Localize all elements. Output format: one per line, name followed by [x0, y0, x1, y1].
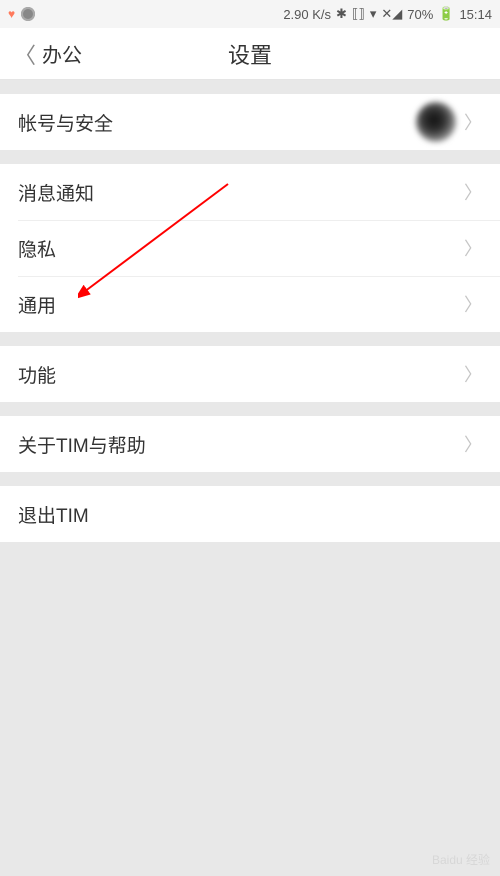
status-bar: ♥ 2.90 K/s ✱ ⟦⟧ ▾ ✕◢ 70% 🔋 15:14 — [0, 0, 500, 28]
row-about[interactable]: 关于TIM与帮助 〉 — [0, 416, 500, 472]
row-general[interactable]: 通用 〉 — [0, 276, 500, 332]
section-account: 帐号与安全 〉 — [0, 94, 500, 150]
battery-percent: 70% — [407, 7, 433, 22]
row-label: 关于TIM与帮助 — [18, 431, 464, 458]
chevron-right-icon: 〉 — [464, 235, 482, 261]
circle-icon — [21, 7, 35, 21]
row-label: 帐号与安全 — [18, 109, 416, 136]
row-logout[interactable]: 退出TIM — [0, 486, 500, 542]
chevron-right-icon: 〉 — [464, 361, 482, 387]
wifi-icon: ▾ — [370, 6, 377, 22]
back-button[interactable]: 〈 办公 — [14, 38, 82, 70]
clock: 15:14 — [459, 7, 492, 22]
row-label: 功能 — [18, 361, 464, 388]
section-features: 功能 〉 — [0, 346, 500, 402]
row-account-security[interactable]: 帐号与安全 〉 — [0, 94, 500, 150]
bluetooth-icon: ✱ — [336, 6, 347, 22]
net-speed: 2.90 K/s — [283, 7, 331, 22]
section-about: 关于TIM与帮助 〉 — [0, 416, 500, 472]
nav-header: 〈 办公 设置 — [0, 28, 500, 80]
chevron-right-icon: 〉 — [464, 179, 482, 205]
battery-icon: 🔋 — [438, 6, 454, 22]
chevron-left-icon: 〈 — [14, 38, 36, 70]
section-logout: 退出TIM — [0, 486, 500, 542]
chevron-right-icon: 〉 — [464, 291, 482, 317]
row-notifications[interactable]: 消息通知 〉 — [0, 164, 500, 220]
heart-icon: ♥ — [8, 7, 15, 21]
signal-icon: ✕◢ — [381, 6, 402, 22]
row-label: 退出TIM — [18, 501, 482, 528]
vibrate-icon: ⟦⟧ — [352, 6, 365, 22]
watermark: Baidu 经验 — [432, 851, 490, 868]
row-privacy[interactable]: 隐私 〉 — [0, 220, 500, 276]
row-label: 通用 — [18, 291, 464, 318]
chevron-right-icon: 〉 — [464, 109, 482, 135]
section-prefs: 消息通知 〉 隐私 〉 通用 〉 — [0, 164, 500, 332]
row-features[interactable]: 功能 〉 — [0, 346, 500, 402]
row-label: 隐私 — [18, 235, 464, 262]
row-label: 消息通知 — [18, 179, 464, 206]
back-label: 办公 — [42, 39, 82, 68]
chevron-right-icon: 〉 — [464, 431, 482, 457]
avatar — [416, 102, 456, 142]
